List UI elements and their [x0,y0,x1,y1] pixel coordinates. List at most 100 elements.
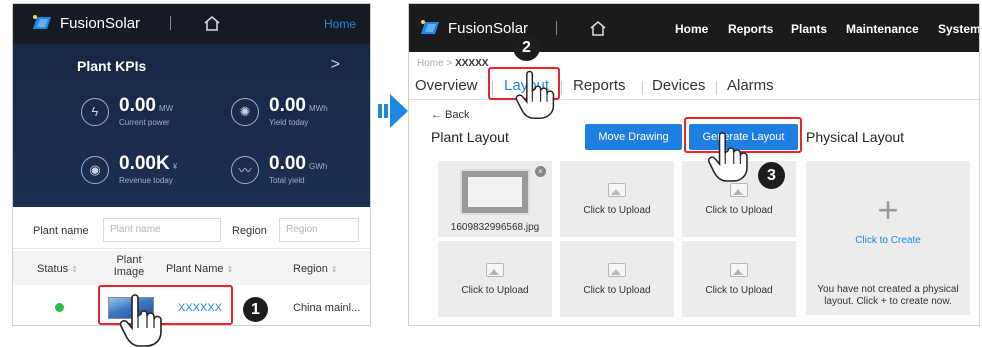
plant-name-label: Plant name [33,225,89,237]
brand-name: FusionSolar [448,19,529,37]
plant-kpis-panel: Plant KPIs > ϟ 0.00 MW Current power ✺ 0.… [13,44,370,207]
kpi-value: 0.00 [269,95,306,116]
mobile-app-screen: FusionSolar Home Plant KPIs > ϟ 0.00 MW C… [12,3,371,326]
breadcrumb-current: XXXXX [455,58,489,69]
coins-icon: ◉ [81,155,109,184]
plant-filter-bar: Plant name Plant name Region Region [13,207,370,249]
tab-divider [561,81,562,95]
create-hint-text: You have not created a physical layout. … [817,284,959,307]
chart-icon: 〰 [231,155,259,184]
image-upload-icon [608,183,626,197]
kpi-value: 0.00 [269,153,306,174]
kpi-total-yield: 〰 0.00 GWh Total yield [231,154,327,185]
upload-card[interactable]: Click to Upload [560,241,674,317]
file-name: 1609832996568.jpg [450,222,540,233]
arrow-right-icon [378,94,408,128]
back-link[interactable]: ← Back [431,109,470,121]
pointer-hand-icon [707,132,748,182]
breadcrumb-home[interactable]: Home [417,58,444,69]
pointer-hand-icon [515,70,555,120]
status-header[interactable]: Status ⇕ [37,263,78,275]
image-upload-icon [730,263,748,277]
header-divider [170,16,171,30]
plant-layout-title: Plant Layout [431,129,509,145]
logo-icon [33,15,51,29]
home-icon[interactable] [203,15,221,31]
lightning-icon: ϟ [81,97,109,126]
kpi-label: Yield today [269,118,309,127]
region-label: Region [232,225,267,237]
tab-reports[interactable]: Reports [573,77,626,94]
upload-label: Click to Upload [705,285,773,296]
sun-icon: ✺ [231,97,259,126]
region-input[interactable]: Region [279,218,359,242]
upload-label: Click to Upload [461,285,529,296]
logo-icon [421,20,439,34]
tab-devices[interactable]: Devices [652,77,705,94]
plant-image-header: Plant Image [113,254,145,278]
step-3-badge: 3 [758,162,785,189]
kpi-unit: ¥ [172,162,178,171]
image-upload-icon [486,263,504,277]
upload-card[interactable]: Click to Upload [560,161,674,237]
header-divider [556,21,557,35]
nav-reports[interactable]: Reports [728,22,773,36]
upload-label: Click to Upload [583,205,651,216]
nav-home[interactable]: Home [675,22,708,36]
status-online-dot [55,303,64,312]
kpi-unit: GWh [308,162,328,171]
sort-icon: ⇕ [71,265,78,274]
create-physical-layout-card[interactable]: + Click to Create You have not created a… [806,161,970,315]
drawing-thumbnail [460,169,530,215]
move-drawing-button[interactable]: Move Drawing [585,124,682,150]
upload-card[interactable]: Click to Upload [682,241,796,317]
kpi-unit: MWh [308,104,328,113]
kpi-value: 0.00K [119,153,170,174]
kpi-yield-today: ✺ 0.00 MWh Yield today [231,96,328,127]
plant-name-header[interactable]: Plant Name ⇕ [166,263,233,275]
mobile-header: FusionSolar Home [13,4,370,44]
brand-name: FusionSolar [60,14,141,32]
kpi-revenue-today: ◉ 0.00K ¥ Revenue today [81,154,177,185]
region-header[interactable]: Region ⇕ [293,263,338,275]
tab-overview[interactable]: Overview [415,77,478,94]
nav-maintenance[interactable]: Maintenance [846,22,919,36]
step-2-badge: 2 [513,34,540,61]
kpi-label: Total yield [269,176,305,185]
fusionsolar-logo: FusionSolar [31,13,140,33]
kpi-unit: MW [158,104,174,113]
upload-label: Click to Upload [705,205,773,216]
breadcrumb: Home > XXXXX [417,58,488,69]
home-icon[interactable] [589,20,607,36]
nav-system[interactable]: System [938,22,979,36]
kpi-label: Revenue today [119,176,173,185]
home-link[interactable]: Home [324,17,356,31]
image-upload-icon [730,183,748,197]
physical-layout-title: Physical Layout [806,129,905,145]
web-header: FusionSolar Home Reports Plants Maintena… [409,4,979,52]
delete-icon[interactable]: × [535,166,546,177]
sort-icon: ⇕ [330,265,338,274]
pointer-hand-icon [119,294,162,347]
breadcrumb-separator: > [446,58,453,69]
upload-label: Click to Upload [583,285,651,296]
kpi-more-arrow[interactable]: > [331,56,340,74]
nav-plants[interactable]: Plants [791,22,827,36]
sort-icon: ⇕ [226,265,234,274]
table-header: Status ⇕ Plant Image Plant Name ⇕ Region ⇕ [13,251,370,285]
plus-icon[interactable]: + [806,189,970,231]
region-value: China mainl... [293,302,361,314]
fusionsolar-logo: FusionSolar [419,18,528,38]
upload-card[interactable]: Click to Upload [438,241,552,317]
plant-name-input[interactable]: Plant name [103,218,221,242]
click-to-create-link[interactable]: Click to Create [806,235,970,246]
kpi-current-power: ϟ 0.00 MW Current power [81,96,173,127]
kpi-title: Plant KPIs [77,58,147,74]
web-app-screen: FusionSolar Home Reports Plants Maintena… [408,3,980,326]
tab-divider [642,81,643,95]
kpi-value: 0.00 [119,95,156,116]
drawing-card[interactable]: × 1609832996568.jpg [438,161,552,237]
tab-alarms[interactable]: Alarms [727,77,774,94]
kpi-label: Current power [119,118,170,127]
step-1-badge: 1 [243,297,268,322]
